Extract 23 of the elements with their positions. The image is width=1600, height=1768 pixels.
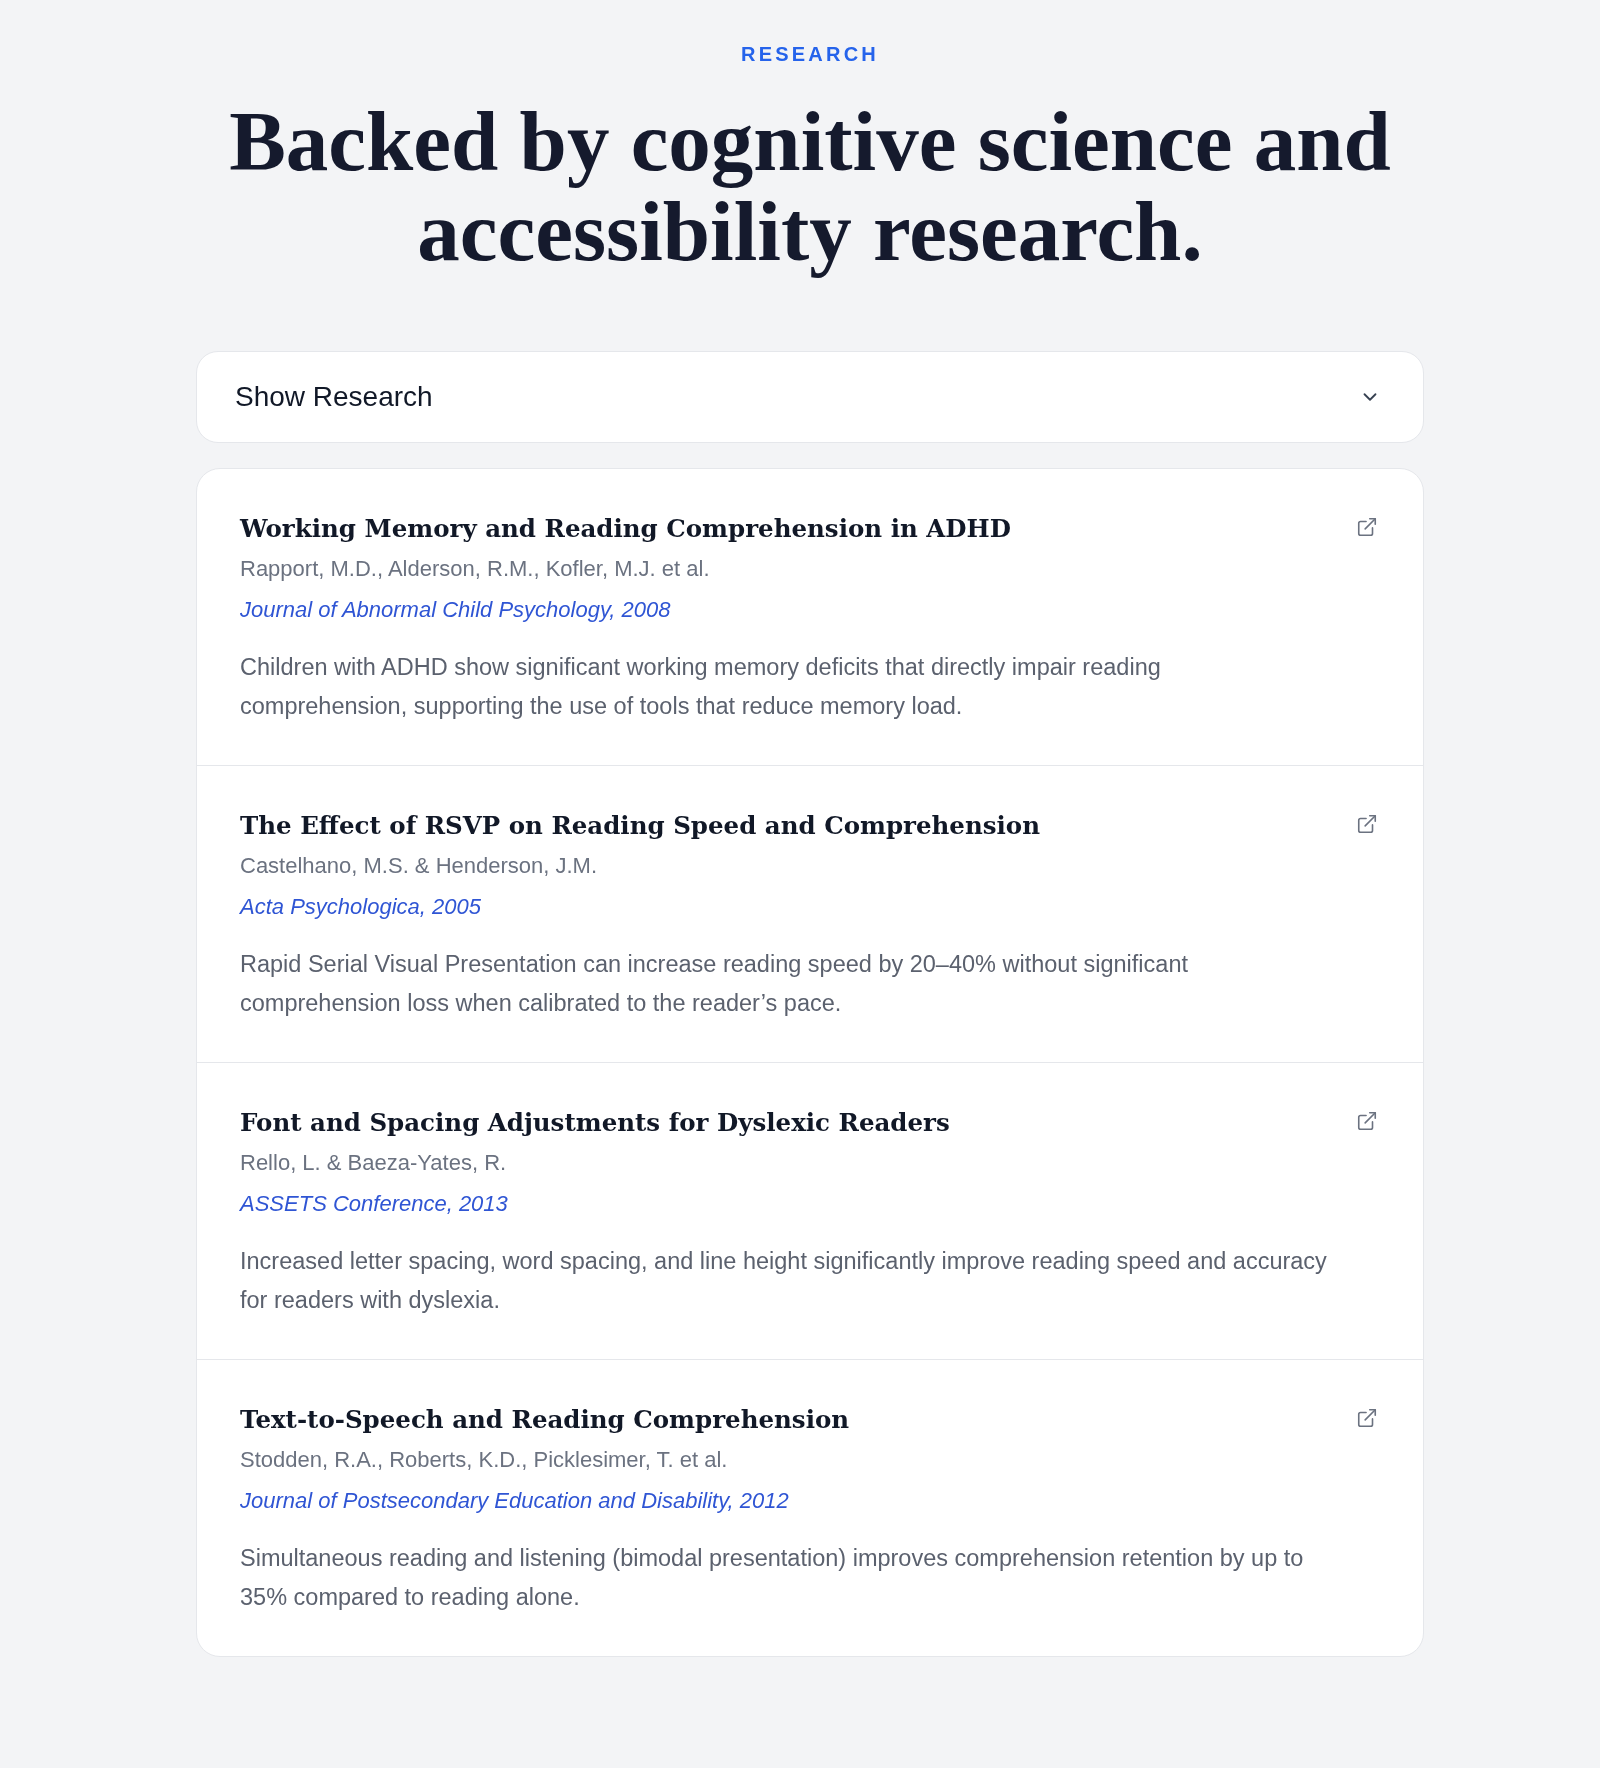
study-summary: Increased letter spacing, word spacing, and line height significantly improve reading speed and accuracy for readers with dyslexia. [240,1247,1328,1315]
headline: Backed by cognitive science and accessibility research. [228,96,1392,276]
external-link-icon[interactable] [1356,1110,1378,1132]
study-title: The Effect of RSVP on Reading Speed and Comprehension [240,810,1040,842]
section-eyebrow: RESEARCH [741,42,879,66]
study-title: Font and Spacing Adjustments for Dyslexic Readers [240,1107,950,1139]
journal-citation: Acta Psychologica, 2005 [240,893,481,921]
study-authors: Rello, L. & Baeza-Yates, R. [240,1149,507,1177]
journal-citation: Journal of Postsecondary Education and Disability, 2012 [240,1487,789,1515]
study-authors: Rapport, M.D., Alderson, R.M., Kofler, M.J. et al. [240,555,710,583]
journal-citation: ASSETS Conference, 2013 [240,1190,508,1218]
accordion-toggle[interactable]: Show Research [196,351,1424,443]
study-summary: Rapid Serial Visual Presentation can increase reading speed by 20–40% without significant comprehension loss when calibrated to the reader’s pace. [240,950,1189,1018]
study-title: Working Memory and Reading Comprehension in ADHD [240,513,1011,545]
study-authors: Castelhano, M.S. & Henderson, J.M. [240,852,598,880]
study-summary: Simultaneous reading and listening (bimodal presentation) improves comprehension retention by up to 35% compared to reading alone. [240,1544,1305,1612]
study-summary: Children with ADHD show significant working memory deficits that directly impair reading comprehension, supporting the use of tools that reduce memory load. [240,653,1162,721]
external-link-icon[interactable] [1356,516,1378,538]
journal-citation: Journal of Abnormal Child Psychology, 2008 [240,596,671,624]
study-title: Text-to-Speech and Reading Comprehension [240,1404,850,1436]
external-link-icon[interactable] [1356,1407,1378,1429]
external-link-icon[interactable] [1356,813,1378,835]
study-authors: Stodden, R.A., Roberts, K.D., Picklesimer, T. et al. [240,1446,728,1474]
